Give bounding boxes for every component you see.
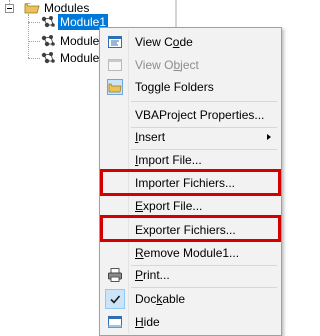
menu-item-view-code[interactable]: View Code (102, 31, 279, 53)
menu-item-label: View Object (135, 58, 199, 72)
menu-item-label: Toggle Folders (135, 80, 214, 94)
collapse-toggle[interactable] (5, 4, 14, 13)
menu-item-view-object[interactable]: View Object (102, 54, 279, 76)
menu-item-remove-module[interactable]: Remove Module1... (102, 242, 279, 264)
menu-item-label: VBAProject Properties... (135, 108, 265, 122)
module-icon (41, 35, 55, 47)
menu-item-export-file[interactable]: Export File... (102, 195, 279, 217)
menu-item-label: View Code (135, 35, 193, 49)
folder-icon (107, 79, 123, 95)
checkmark-icon (110, 295, 121, 304)
print-icon (108, 268, 122, 282)
tree-connector (28, 41, 40, 42)
red-highlight-box (100, 215, 281, 242)
menu-item-hide[interactable]: Hide (102, 311, 279, 333)
menu-separator (131, 101, 277, 102)
menu-item-import-file[interactable]: Import File... (102, 149, 279, 171)
menu-item-insert[interactable]: Insert (102, 126, 279, 148)
menu-item-dockable[interactable]: Dockable (102, 288, 279, 310)
tree-connector (28, 14, 29, 58)
tree-connector (28, 58, 40, 59)
submenu-arrow-icon (267, 134, 271, 140)
menu-item-label: Hide (135, 315, 160, 329)
module-icon (41, 16, 55, 28)
module-icon (41, 52, 55, 64)
view-object-icon (108, 59, 122, 71)
menu-item-label: Remove Module1... (135, 246, 240, 260)
context-menu: View Code View Object Toggle Folders VBA… (99, 27, 282, 336)
red-highlight-box (100, 169, 281, 196)
hide-icon (108, 316, 122, 328)
menu-item-print[interactable]: Print... (102, 264, 279, 286)
menu-item-toggle-folders[interactable]: Toggle Folders (102, 76, 279, 98)
menu-item-label: Import File... (135, 153, 202, 167)
tree-connector (28, 22, 40, 23)
folder-open-icon (24, 3, 40, 14)
menu-item-label: Dockable (135, 292, 186, 306)
view-code-icon (108, 36, 122, 48)
menu-item-label: Export File... (135, 199, 203, 213)
menu-item-vbaproject-properties[interactable]: VBAProject Properties... (102, 104, 279, 126)
menu-item-label: Insert (135, 130, 166, 144)
menu-item-label: Print... (135, 268, 170, 282)
